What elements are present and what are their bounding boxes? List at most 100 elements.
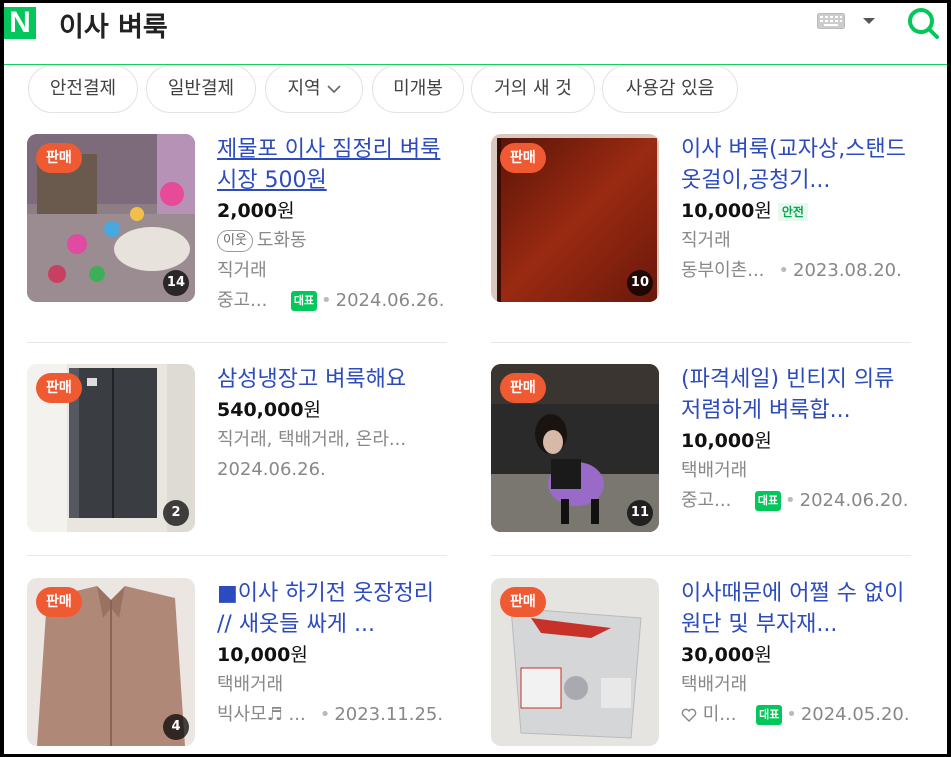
search-icon[interactable] [906, 6, 940, 40]
product-thumbnail[interactable]: 판매 10 [491, 134, 659, 302]
post-date: 2024.06.26. [335, 290, 445, 311]
trade-type: 택배거래 [681, 460, 748, 481]
representative-icon: 대표 [756, 705, 783, 725]
product-title[interactable]: 이사 벼룩(교자상,스탠드옷걸이,공청기... [681, 134, 913, 196]
product-thumbnail[interactable]: 판매 14 [27, 134, 195, 302]
seller-row: 동부이촌... • 2023.08.20. [681, 256, 913, 286]
post-date: 2023.11.25. [334, 704, 444, 725]
caret-down-icon[interactable] [862, 17, 876, 25]
chip-safe-payment[interactable]: 안전결제 [28, 65, 138, 113]
image-count-badge: 2 [163, 500, 189, 526]
chip-unopened[interactable]: 미개봉 [372, 65, 464, 113]
price-value: 10,000 [681, 430, 755, 452]
price-value: 10,000 [217, 644, 291, 666]
chip-region[interactable]: 지역 [265, 65, 363, 113]
product-info: ■이사 하기전 옷장정리 // 새옷들 싸게 ... 10,000원 택배거래 … [217, 578, 449, 730]
product-card[interactable]: 판매 2 삼성냉장고 벼룩해요 540,000원 직거래, 택배거래, 온라..… [27, 364, 447, 534]
product-info: 이사 벼룩(교자상,스탠드옷걸이,공청기... 10,000원 안전 직거래 동부… [681, 134, 913, 286]
image-count-badge: 4 [163, 714, 189, 740]
product-title[interactable]: ■이사 하기전 옷장정리 // 새옷들 싸게 ... [217, 578, 449, 640]
neighborhood-name: 도화동 [256, 230, 307, 251]
product-thumbnail[interactable]: 판매 11 [491, 364, 659, 532]
seller-name[interactable]: 빅사모♬ ... [217, 704, 306, 725]
safe-payment-tag: 안전 [777, 202, 808, 221]
keyboard-icon[interactable] [817, 13, 845, 29]
product-price: 2,000원 [217, 196, 449, 226]
product-title[interactable]: 제물포 이사 짐정리 벼룩시장 500원 [217, 134, 449, 196]
price-unit: 원 [277, 200, 295, 222]
seller-name[interactable]: 중고... [681, 490, 731, 511]
trade-type: 택배거래 [681, 674, 748, 695]
price-value: 10,000 [681, 200, 755, 222]
product-thumbnail[interactable]: 판매 4 [27, 578, 195, 746]
chip-label: 일반결제 [167, 78, 235, 99]
post-date: 2024.06.26. [217, 459, 326, 480]
sale-badge: 판매 [500, 143, 546, 173]
representative-icon: 대표 [755, 491, 782, 511]
image-count-badge: 14 [162, 270, 189, 296]
sale-badge: 판매 [500, 587, 546, 617]
separator-dot: • [321, 290, 332, 311]
chip-label: 미개봉 [393, 78, 443, 99]
seller-row: 중고... 대표 • 2024.06.26. [217, 286, 449, 316]
neighbor-tag: 이웃 [217, 230, 253, 252]
row-divider [491, 342, 911, 343]
chip-used[interactable]: 사용감 있음 [602, 65, 738, 113]
product-card[interactable]: 판매 이사때문에 어쩔 수 없이 원단 및 부자재... 30,000원 택배거… [491, 578, 911, 748]
price-unit: 원 [754, 200, 772, 222]
seller-row: 빅사모♬ ... • 2023.11.25. [217, 700, 449, 730]
search-results-frame: N 이사 벼룩 안전결제 일반결제 지역 미개봉 거의 새 것 사용감 있음 판… [4, 3, 947, 754]
trade-type: 택배거래 [217, 674, 284, 695]
separator-dot: • [786, 704, 797, 725]
product-title[interactable]: 이사때문에 어쩔 수 없이 원단 및 부자재... [681, 578, 913, 640]
product-info: 이사때문에 어쩔 수 없이 원단 및 부자재... 30,000원 택배거래 미… [681, 578, 913, 730]
product-price: 10,000원 [681, 426, 913, 456]
product-thumbnail[interactable]: 판매 2 [27, 364, 195, 532]
sale-badge: 판매 [36, 373, 82, 403]
chip-label: 사용감 있음 [625, 78, 715, 99]
product-price: 10,000원 안전 [681, 196, 913, 226]
product-card[interactable]: 판매 14 제물포 이사 짐정리 벼룩시장 500원 2,000원 이웃 도화동 … [27, 134, 447, 311]
seller-name[interactable]: 중고... [217, 290, 267, 311]
separator-dot: • [319, 704, 331, 725]
representative-icon: 대표 [291, 291, 318, 311]
trade-type: 직거래 [217, 260, 267, 281]
product-card[interactable]: 판매 4 ■이사 하기전 옷장정리 // 새옷들 싸게 ... 10,000원 … [27, 578, 447, 748]
product-card[interactable]: 판매 11 (파격세일) 빈티지 의류 저렴하게 벼룩합... 10,000원 … [491, 364, 911, 534]
search-header: N 이사 벼룩 [4, 3, 947, 65]
chip-like-new[interactable]: 거의 새 것 [471, 65, 595, 113]
row-divider [27, 342, 447, 343]
price-unit: 원 [303, 399, 322, 421]
chevron-down-icon [326, 84, 341, 93]
sale-badge: 판매 [36, 587, 82, 617]
price-value: 30,000 [681, 644, 755, 666]
product-info: 삼성냉장고 벼룩해요 540,000원 직거래, 택배거래, 온라... 202… [217, 364, 449, 485]
product-price: 10,000원 [217, 640, 449, 670]
heart-icon[interactable] [681, 707, 697, 723]
price-unit: 원 [290, 644, 308, 666]
price-value: 2,000 [217, 200, 278, 222]
price-unit: 원 [754, 644, 772, 666]
chip-label: 거의 새 것 [494, 78, 572, 99]
seller-row: 중고... 대표 • 2024.06.20. [681, 486, 913, 516]
price-value: 540,000 [217, 399, 304, 421]
trade-type: 직거래, 택배거래, 온라... [217, 429, 407, 450]
product-price: 30,000원 [681, 640, 913, 670]
post-date: 2023.08.20. [793, 260, 902, 281]
image-count-badge: 11 [626, 500, 653, 526]
trade-type: 직거래 [681, 230, 731, 251]
seller-name[interactable]: 동부이촌... [681, 260, 764, 281]
product-card[interactable]: 판매 10 이사 벼룩(교자상,스탠드옷걸이,공청기... 10,000원 안전 … [491, 134, 911, 304]
product-title[interactable]: 삼성냉장고 벼룩해요 [217, 364, 449, 395]
seller-name[interactable]: 미... [703, 704, 737, 725]
product-info: 제물포 이사 짐정리 벼룩시장 500원 2,000원 이웃 도화동 직거래 중고… [217, 134, 449, 316]
product-title[interactable]: (파격세일) 빈티지 의류 저렴하게 벼룩합... [681, 364, 913, 426]
naver-logo[interactable]: N [4, 7, 36, 39]
chip-general-payment[interactable]: 일반결제 [146, 65, 256, 113]
price-unit: 원 [754, 430, 772, 452]
neighbor-row: 이웃 도화동 [217, 226, 449, 256]
separator-dot: • [778, 260, 790, 281]
search-query[interactable]: 이사 벼룩 [59, 5, 168, 44]
product-thumbnail[interactable]: 판매 [491, 578, 659, 746]
product-info: (파격세일) 빈티지 의류 저렴하게 벼룩합... 10,000원 택배거래 중… [681, 364, 913, 516]
